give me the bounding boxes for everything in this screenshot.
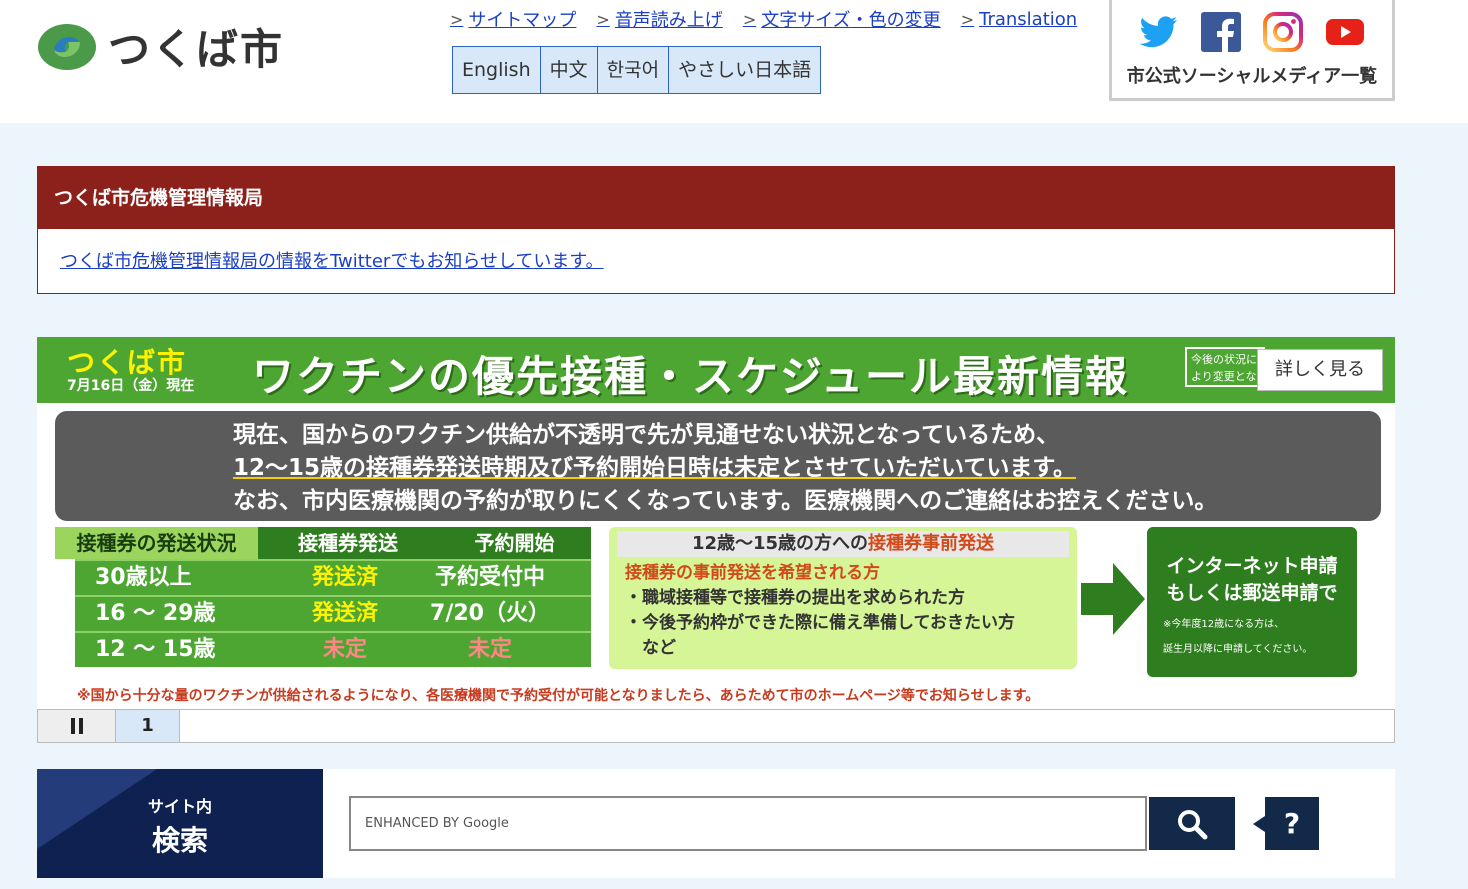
sent-cell: 発送済 xyxy=(311,601,378,626)
crisis-info-title: つくば市危機管理情報局 xyxy=(38,167,1394,229)
site-logo[interactable]: つくば市 xyxy=(36,16,284,77)
chevron-right-icon: > xyxy=(960,9,975,29)
search-help-button[interactable]: ? xyxy=(1265,797,1319,850)
pause-icon xyxy=(70,718,75,734)
advance-title-a: 12歳〜15歳の方への xyxy=(691,533,869,554)
table-row: 30歳以上 発送済 予約受付中 xyxy=(75,559,591,595)
age-cell: 12 〜 15歳 xyxy=(95,637,216,662)
banner-footnote: ※国から十分な量のワクチンが供給されるようになり、各医療機関で予約受付が可能とな… xyxy=(77,688,1040,704)
arrow-right-icon xyxy=(1081,563,1145,635)
notice-line: 現在、国からのワクチン供給が不透明で先が見通せない状況となっているため、 xyxy=(233,422,1060,448)
apply-box: インターネット申請 もしくは郵送申請で ※今年度12歳になる方は、 誕生月以降に… xyxy=(1147,527,1357,677)
city-emblem-icon xyxy=(38,23,96,70)
booking-cell: 未定 xyxy=(467,637,512,662)
notice-line: 12〜15歳の接種券発送時期及び予約開始日時は未定とさせていただいています。 xyxy=(233,455,1077,481)
language-bar: English 中文 한국어 やさしい日本語 xyxy=(452,46,822,94)
vaccine-banner[interactable]: つくば市 7月16日（金）現在 ワクチンの優先接種・スケジュール最新情報 今後の… xyxy=(37,337,1395,709)
slider-controls: 1 xyxy=(37,709,1395,743)
translation-label: Translation xyxy=(979,8,1078,30)
banner-title: ワクチンの優先接種・スケジュール最新情報 xyxy=(252,352,1130,401)
column-header: 予約開始 xyxy=(438,527,591,559)
apply-note: ※今年度12歳になる方は、 xyxy=(1163,619,1285,630)
advance-item: ・今後予約枠ができた際に備え準備しておきたい方 xyxy=(625,613,1015,633)
apply-note: 誕生月以降に申請してください。 xyxy=(1163,644,1313,655)
search-label-small: サイト内 xyxy=(147,797,212,816)
speech-link[interactable]: > 音声読み上げ xyxy=(596,6,722,32)
age-cell: 30歳以上 xyxy=(95,565,192,590)
social-media-box: 市公式ソーシャルメディア一覧 xyxy=(1109,0,1395,101)
speech-label: 音声読み上げ xyxy=(614,10,723,31)
table-header: 接種券の発送状況 接種券発送 予約開始 xyxy=(55,527,591,559)
advance-subhead: 接種券の事前発送を希望される方 xyxy=(625,563,880,583)
font-color-link[interactable]: > 文字サイズ・色の変更 xyxy=(743,6,941,32)
site-search: サイト内 検索 ? xyxy=(37,769,1395,878)
advance-item: など xyxy=(625,638,676,658)
lang-chinese-button[interactable]: 中文 xyxy=(540,47,598,93)
crisis-twitter-link[interactable]: つくば市危機管理情報局の情報をTwitterでもお知らせしています。 xyxy=(60,247,1394,273)
sitemap-link[interactable]: > サイトマップ xyxy=(450,6,576,32)
column-header: 接種券発送 xyxy=(258,527,438,559)
social-media-list-link[interactable]: 市公式ソーシャルメディア一覧 xyxy=(1112,62,1392,88)
advance-item: ・職域接種等で接種券の提出を求められた方 xyxy=(625,588,965,608)
lang-easy-japanese-button[interactable]: やさしい日本語 xyxy=(669,47,821,93)
search-label-big: 検索 xyxy=(151,824,208,857)
youtube-icon[interactable] xyxy=(1324,12,1366,52)
sitemap-label: サイトマップ xyxy=(468,10,577,31)
see-more-button[interactable]: 詳しく見る xyxy=(1257,349,1383,391)
twitter-icon[interactable] xyxy=(1138,12,1180,52)
site-header: つくば市 > サイトマップ > 音声読み上げ > 文字サイズ・色の変更 > Transl… xyxy=(0,0,1468,123)
column-header: 接種券の発送状況 xyxy=(55,527,258,559)
search-label: サイト内 検索 xyxy=(37,769,323,878)
crisis-info-panel: つくば市危機管理情報局 つくば市危機管理情報局の情報をTwitterでもお知らせ… xyxy=(37,166,1395,294)
supply-notice: 現在、国からのワクチン供給が不透明で先が見通せない状況となっているため、 12〜… xyxy=(55,411,1381,521)
lang-english-button[interactable]: English xyxy=(453,47,541,93)
banner-change-note: 今後の状況により変更となる場合がございます xyxy=(1185,347,1265,387)
pause-button[interactable] xyxy=(38,710,116,742)
chevron-right-icon: > xyxy=(596,9,610,29)
advance-title-b: 接種券事前発送 xyxy=(868,533,995,554)
ticket-status-table: 接種券の発送状況 接種券発送 予約開始 30歳以上 発送済 予約受付中 16 〜… xyxy=(55,527,591,675)
banner-header: つくば市 7月16日（金）現在 ワクチンの優先接種・スケジュール最新情報 今後の… xyxy=(37,337,1395,403)
apply-line: インターネット申請 xyxy=(1166,555,1338,577)
notice-line: なお、市内医療機関の予約が取りにくくなっています。医療機関へのご連絡はお控えくだ… xyxy=(233,488,1218,514)
help-pointer xyxy=(1253,816,1265,832)
banner-date: 7月16日（金）現在 xyxy=(67,378,195,394)
pause-icon xyxy=(78,718,83,734)
instagram-icon[interactable] xyxy=(1262,12,1304,52)
slide-page-button[interactable]: 1 xyxy=(116,710,180,742)
booking-cell: 7/20（火） xyxy=(430,601,550,626)
chevron-right-icon: > xyxy=(742,9,757,29)
advance-delivery-text: 接種券の事前発送を希望される方 ・職域接種等で接種券の提出を求められた方 ・今後… xyxy=(609,557,1077,661)
advance-delivery-title: 12歳〜15歳の方への接種券事前発送 xyxy=(617,531,1069,557)
apply-line: もしくは郵送申請で xyxy=(1166,582,1338,604)
sent-cell: 未定 xyxy=(322,637,367,662)
utility-links: > サイトマップ > 音声読み上げ > 文字サイズ・色の変更 > Translation xyxy=(450,6,1077,32)
facebook-icon[interactable] xyxy=(1200,12,1242,52)
search-icon xyxy=(1178,809,1208,839)
site-title: つくば市 xyxy=(108,25,285,74)
social-icons xyxy=(1112,12,1392,52)
booking-cell: 予約受付中 xyxy=(434,565,545,590)
font-color-label: 文字サイズ・色の変更 xyxy=(761,10,941,31)
search-button[interactable] xyxy=(1149,797,1235,850)
advance-delivery-box: 12歳〜15歳の方への接種券事前発送 接種券の事前発送を希望される方 ・職域接種… xyxy=(609,527,1077,669)
table-row: 12 〜 15歳 未定 未定 xyxy=(75,631,591,667)
chevron-right-icon: > xyxy=(450,9,464,29)
sent-cell: 発送済 xyxy=(311,565,378,590)
age-cell: 16 〜 29歳 xyxy=(95,601,216,626)
lang-korean-button[interactable]: 한국어 xyxy=(597,47,670,93)
translation-link[interactable]: > Translation xyxy=(961,6,1077,32)
search-input[interactable] xyxy=(349,796,1147,851)
table-row: 16 〜 29歳 発送済 7/20（火） xyxy=(75,595,591,631)
